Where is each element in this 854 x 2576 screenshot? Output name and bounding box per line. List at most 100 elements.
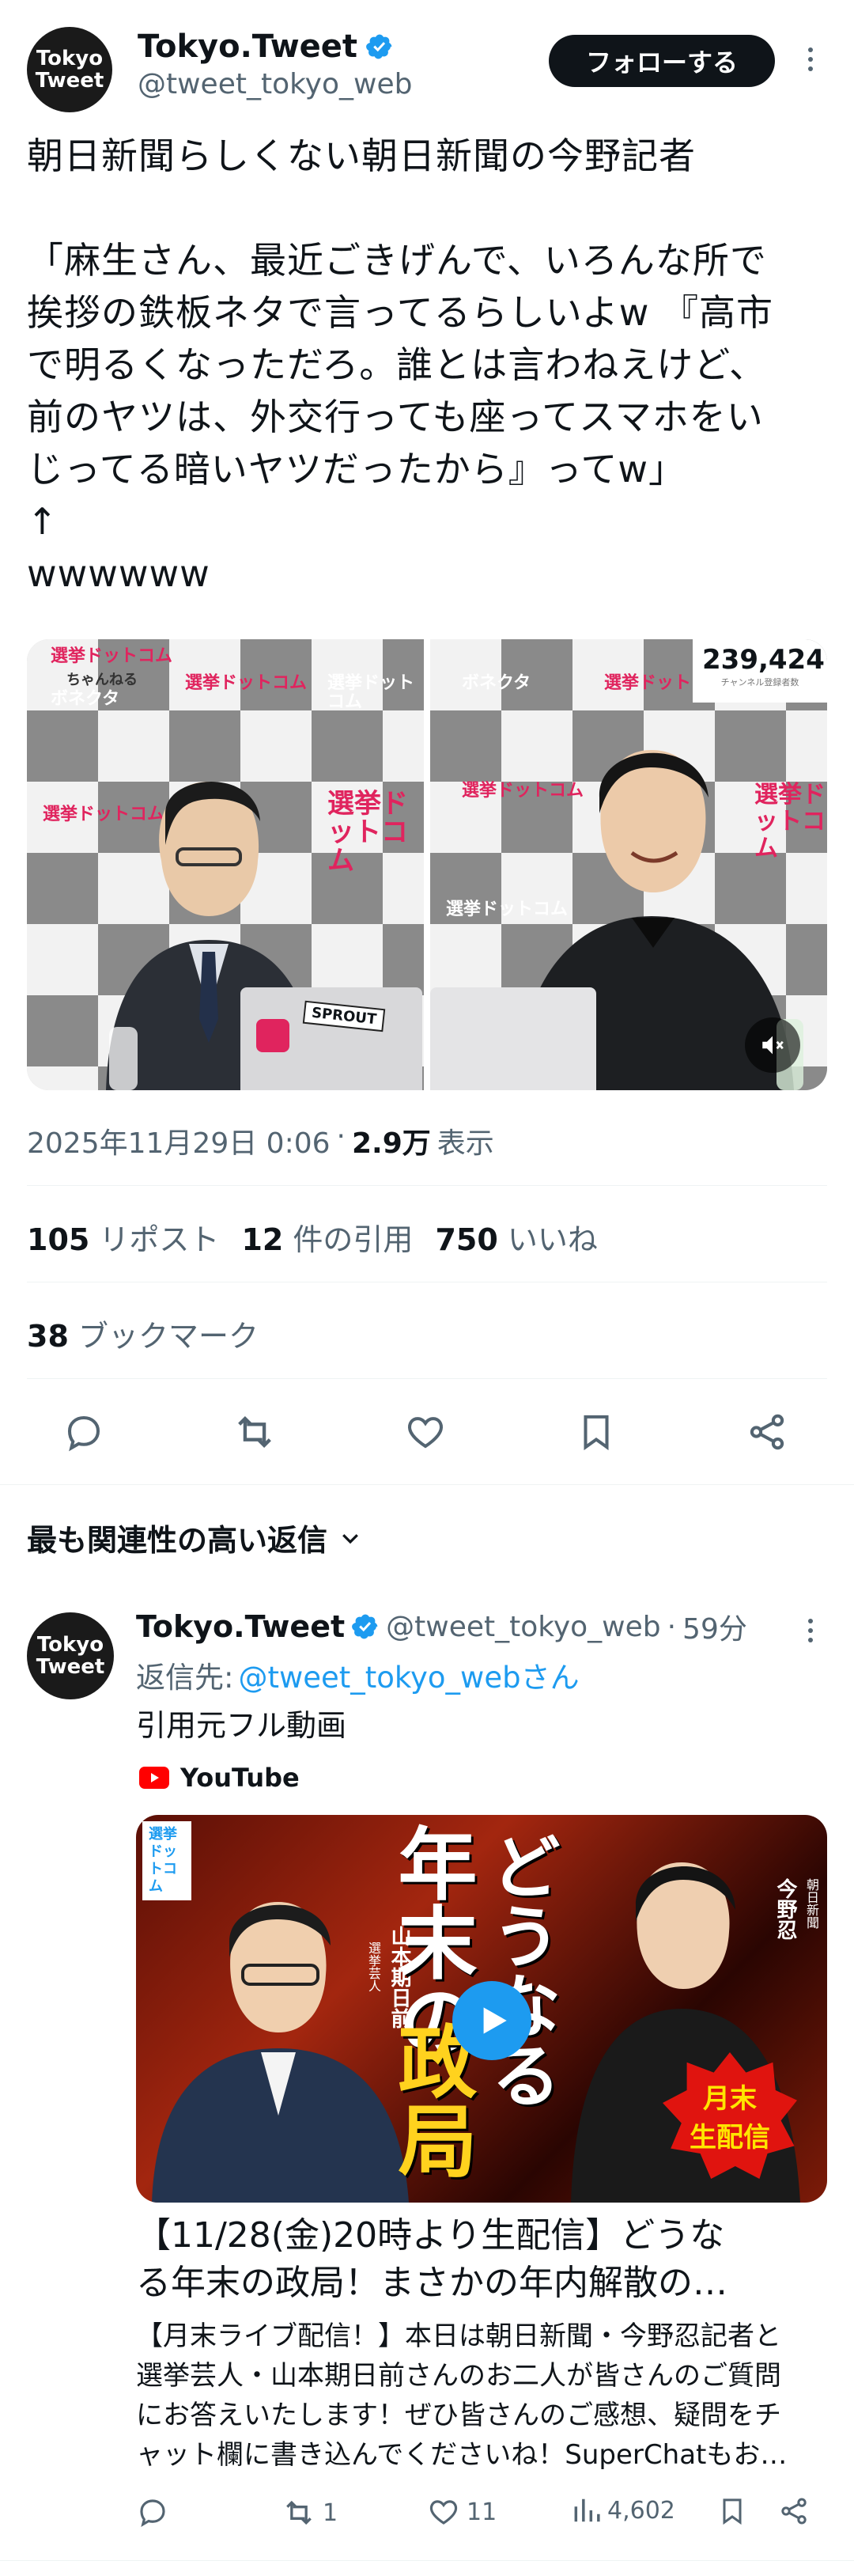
bookmark-icon	[723, 2498, 742, 2525]
card-description: 【月末ライブ配信！】本日は朝日新聞・今野忍記者と 選挙芸人・山本期日前さんのお二…	[136, 2320, 788, 2471]
bonekuta-logo: ボネクタ	[462, 673, 531, 693]
reply-author-avatar[interactable]: Tokyo Tweet	[27, 1612, 114, 1699]
author-name[interactable]: Tokyo.Tweet	[138, 28, 357, 65]
youtube-icon	[139, 1767, 169, 1789]
reply-views-button[interactable]: 4,602	[571, 2495, 675, 2525]
views-label: 表示	[436, 1127, 494, 1160]
reply-repost-count: 1	[323, 2498, 338, 2527]
like-button[interactable]	[402, 1408, 449, 1456]
avatar-text: Tweet	[35, 69, 104, 93]
views-overlay-count: 239,424	[702, 644, 825, 676]
mute-button[interactable]	[745, 1017, 800, 1073]
reply-author-name[interactable]: Tokyo.Tweet	[136, 1609, 345, 1644]
author-name-row[interactable]: Tokyo.Tweet	[138, 27, 394, 66]
sticker-icon	[256, 1019, 289, 1052]
views-value: 2.9万	[351, 1127, 431, 1160]
chevron-down-icon	[342, 1533, 358, 1544]
avatar-text: Tweet	[36, 1655, 105, 1679]
divider	[0, 1484, 854, 1485]
card-source: YouTube	[139, 1763, 300, 1793]
left-guest-role: 選挙芸人	[366, 1941, 381, 1992]
reposts-stat[interactable]: 105 リポスト	[27, 1215, 219, 1259]
heart-icon	[408, 1417, 443, 1449]
video-left-panel: 選挙ドットコム ちゃんねる ボネクタ 選挙ドットコム 選挙ドットコム 選挙ドット…	[27, 639, 427, 1090]
verified-badge-icon	[352, 1614, 378, 1639]
channel-logo: 選挙ドットコム	[327, 788, 408, 877]
avatar-text: Tokyo	[36, 47, 104, 70]
repost-icon	[286, 2500, 312, 2525]
replying-to-label: 返信先:	[136, 1661, 234, 1695]
play-icon	[483, 2007, 507, 2034]
reply-button[interactable]	[60, 1408, 108, 1456]
tweet-video[interactable]: 選挙ドットコム ちゃんねる ボネクタ 選挙ドットコム 選挙ドットコム 選挙ドット…	[27, 639, 827, 1090]
divider	[27, 1185, 827, 1186]
reply-bookmark-button[interactable]	[716, 2495, 748, 2527]
reply-like-count: 11	[467, 2498, 497, 2526]
bonekuta-logo: ボネクタ	[51, 689, 120, 709]
repost-button[interactable]	[231, 1408, 278, 1456]
stamp-text-2: 生配信	[690, 2122, 770, 2154]
author-avatar[interactable]: Tokyo Tweet	[27, 27, 112, 112]
bookmark-button[interactable]	[572, 1408, 620, 1456]
tweet-text: 朝日新聞らしくない朝日新聞の今野記者 「麻生さん、最近ごきげんで、いろんな所で …	[27, 134, 774, 595]
laptop	[430, 987, 596, 1090]
quotes-stat[interactable]: 12 件の引用	[241, 1215, 413, 1259]
reply-time[interactable]: 59分	[682, 1606, 747, 1647]
play-button[interactable]	[452, 1981, 531, 2060]
reply-more-options-icon[interactable]	[799, 1619, 822, 1642]
replies-sort-dropdown[interactable]: 最も関連性の高い返信	[27, 1516, 362, 1559]
share-icon	[781, 2498, 807, 2525]
likes-count: 750	[435, 1222, 498, 1257]
reply-author-handle[interactable]: @tweet_tokyo_web	[386, 1611, 660, 1643]
reposts-label: リポスト	[99, 1222, 220, 1257]
thumb-person-left	[152, 1902, 409, 2203]
laptop: SPROUT	[240, 987, 422, 1090]
follow-button[interactable]: フォローする	[549, 35, 775, 87]
avatar-text: Tokyo	[36, 1633, 104, 1657]
reply-share-button[interactable]	[778, 2495, 810, 2527]
reply-icon	[67, 1415, 100, 1452]
divider	[27, 1378, 827, 1379]
likes-label: いいね	[507, 1222, 598, 1257]
tweet-meta: 2025年11月29日 0:06 · 2.9万 表示	[27, 1120, 494, 1161]
repost-icon	[238, 1416, 271, 1448]
meta-separator: ·	[336, 1120, 346, 1153]
thumb-headline-3: どうなる	[480, 1831, 561, 2109]
share-button[interactable]	[743, 1408, 791, 1456]
laptop-sticker: SPROUT	[302, 1000, 386, 1032]
reply-text: 引用元フル動画	[136, 1708, 347, 1743]
likes-stat[interactable]: 750 いいね	[435, 1215, 597, 1259]
thumb-headline-2: 政局	[384, 2021, 477, 2179]
channel-logo: 選挙ドットコム	[185, 673, 308, 693]
engagement-stats: 105 リポスト 12 件の引用 750 いいね	[27, 1215, 598, 1259]
divider	[0, 2560, 854, 2561]
replies-sort-label: 最も関連性の高い返信	[27, 1523, 328, 1558]
youtube-link-card[interactable]: 選挙ドットコム 山本期日前 選挙芸人 年末の 政局 どうなる 今野忍 朝日新聞 …	[136, 1815, 827, 2203]
heart-icon	[429, 2500, 458, 2525]
share-icon	[750, 1414, 784, 1450]
bookmark-icon	[584, 1415, 609, 1451]
more-options-icon[interactable]	[799, 47, 822, 71]
bookmarks-label: ブックマーク	[77, 1319, 259, 1354]
replying-to-handle[interactable]: @tweet_tokyo_webさん	[238, 1654, 579, 1696]
stamp-text-1: 月末	[703, 2083, 757, 2115]
reply-icon	[140, 2499, 165, 2528]
split-line	[424, 639, 430, 1090]
quotes-label: 件の引用	[293, 1222, 414, 1257]
card-title[interactable]: 【11/28(金)20時より生配信】どうな る年末の政局！まさかの年内解散の…	[136, 2212, 827, 2307]
bookmarks-count: 38	[27, 1319, 69, 1354]
right-guest-name: 今野忍	[773, 1878, 797, 1940]
reply-header: Tokyo.Tweet @tweet_tokyo_web · 59分	[136, 1604, 747, 1649]
tweet-timestamp[interactable]: 2025年11月29日 0:06	[27, 1120, 331, 1161]
views-chart-icon	[574, 2498, 600, 2522]
author-handle[interactable]: @tweet_tokyo_web	[138, 68, 412, 100]
reply-repost-button[interactable]: 1	[282, 2495, 338, 2530]
channel-logo: 選挙ドットコム	[327, 673, 415, 712]
views-overlay: 239,424 チャンネル登録者数	[693, 639, 827, 703]
reposts-count: 105	[27, 1222, 90, 1257]
water-bottle	[109, 1027, 138, 1090]
reply-reply-button[interactable]	[136, 2495, 169, 2529]
reply-like-button[interactable]: 11	[427, 2495, 497, 2529]
reply-dot: ·	[667, 1610, 677, 1643]
bookmarks-stat[interactable]: 38 ブックマーク	[27, 1312, 259, 1355]
